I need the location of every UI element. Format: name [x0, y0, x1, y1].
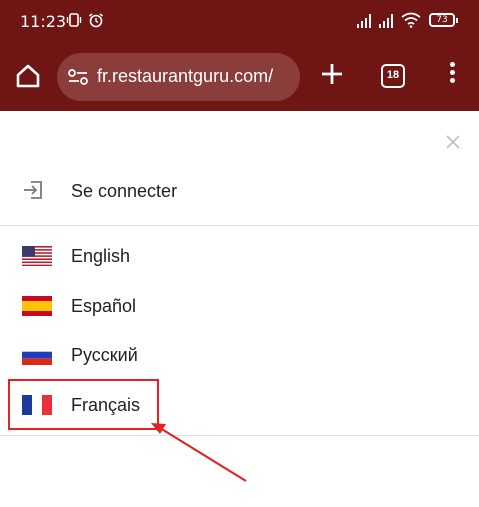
language-label: English — [71, 246, 131, 266]
home-icon[interactable] — [12, 60, 44, 92]
battery-icon: 73 — [429, 13, 458, 27]
signal-icon-2 — [379, 13, 393, 28]
spain-flag-icon — [22, 296, 52, 316]
browser-chrome: 11:23 73 fr.restaurantguru.com/ 18 — [0, 0, 479, 111]
status-notification-icons — [66, 12, 104, 28]
language-item-spanish[interactable]: Español — [0, 282, 479, 330]
login-label: Se connecter — [71, 181, 178, 201]
browser-toolbar: fr.restaurantguru.com/ 18 — [0, 44, 479, 111]
language-item-english[interactable]: English — [0, 232, 479, 280]
new-tab-icon[interactable] — [318, 60, 346, 88]
url-text: fr.restaurantguru.com/ — [97, 66, 274, 86]
status-time: 11:23 — [20, 12, 67, 31]
site-settings-icon[interactable] — [67, 67, 89, 87]
divider — [0, 435, 479, 436]
overflow-menu-icon[interactable] — [446, 62, 458, 90]
annotation-highlight-box — [8, 379, 159, 430]
status-bar: 11:23 73 — [0, 0, 479, 44]
alarm-icon — [88, 13, 104, 28]
wifi-icon — [401, 12, 421, 28]
divider — [0, 225, 479, 226]
us-flag-icon — [22, 246, 52, 266]
login-icon — [24, 181, 42, 199]
russia-flag-icon — [22, 345, 52, 365]
address-bar[interactable]: fr.restaurantguru.com/ — [57, 53, 300, 101]
language-label: Русский — [71, 345, 138, 365]
close-icon[interactable] — [444, 133, 462, 151]
language-label: Español — [71, 296, 137, 316]
signal-icon — [357, 13, 371, 28]
vibrate-icon — [66, 13, 82, 27]
status-system-icons: 73 — [357, 12, 458, 28]
language-item-russian[interactable]: Русский — [0, 331, 479, 379]
tab-switcher-button[interactable]: 18 — [381, 64, 405, 88]
login-menu-item[interactable]: Se connecter — [0, 167, 479, 215]
